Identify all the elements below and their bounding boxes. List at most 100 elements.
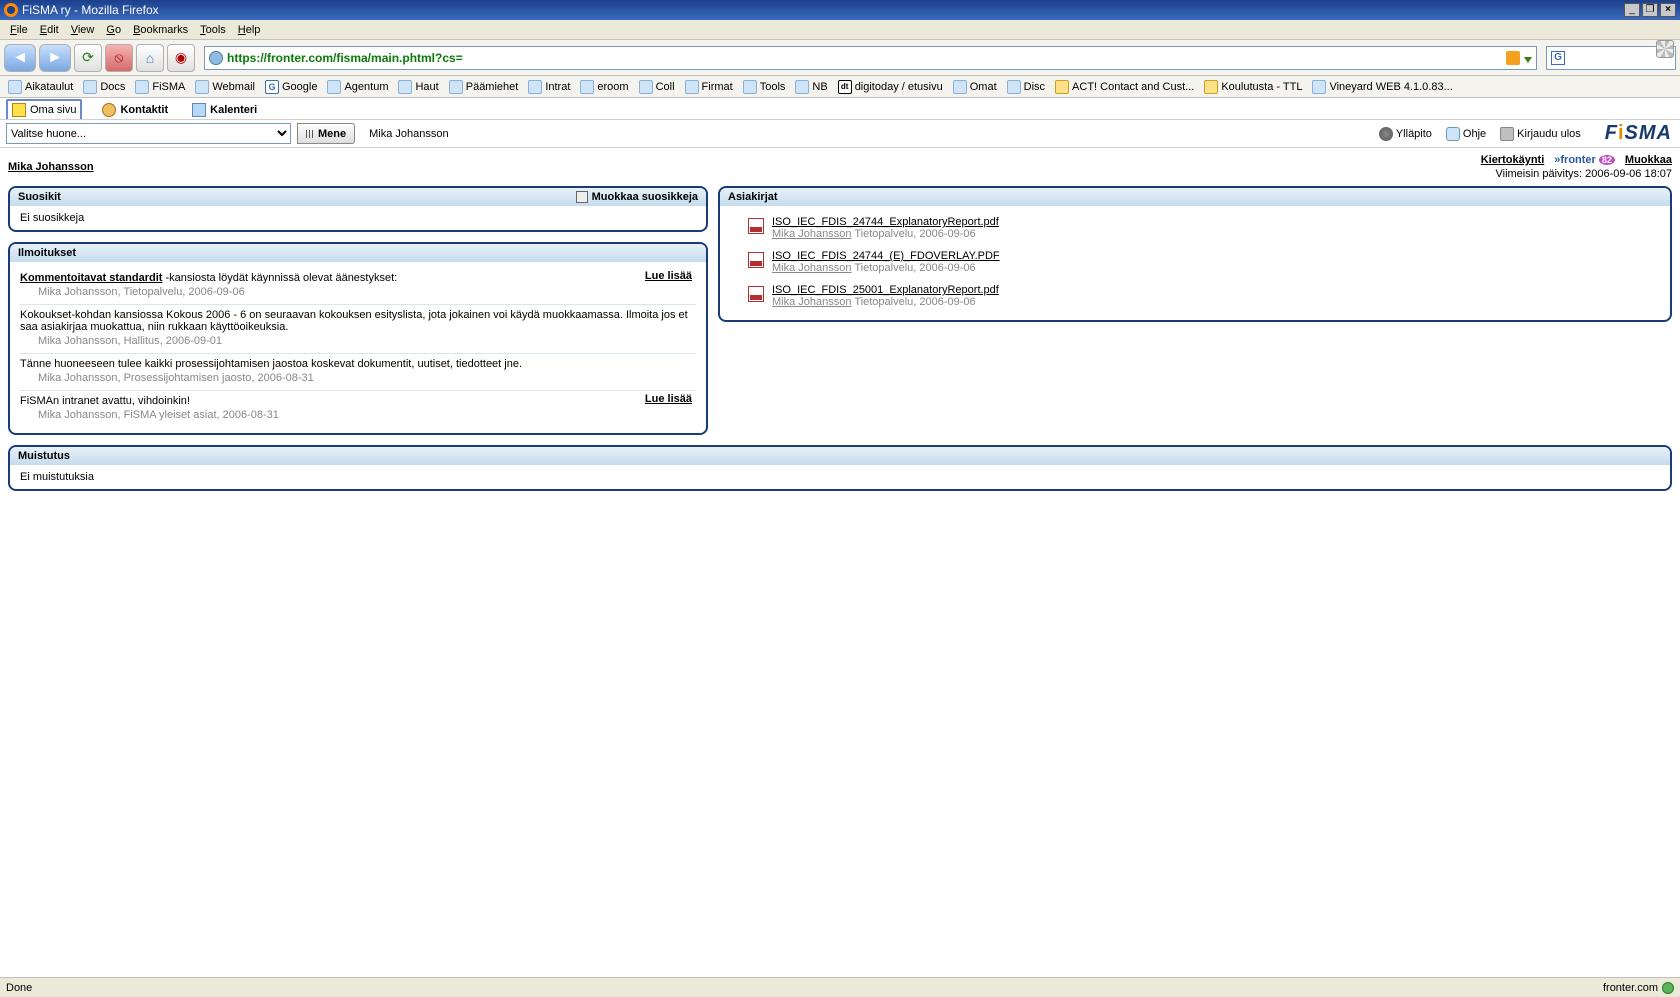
bookmark-icon: [743, 80, 757, 94]
bookmark-item[interactable]: Coll: [635, 78, 679, 96]
url-bar[interactable]: [204, 46, 1537, 70]
tab-kontaktit[interactable]: Kontaktit: [98, 101, 172, 119]
bookmark-item[interactable]: Aikataulut: [4, 78, 77, 96]
activity-throbber-icon: [1656, 40, 1674, 58]
bookmark-item[interactable]: Päämiehet: [445, 78, 523, 96]
announcement-meta: Mika Johansson, Prosessijohtamisen jaost…: [38, 372, 696, 384]
maximize-button[interactable]: ❐: [1642, 3, 1658, 17]
bookmark-item[interactable]: ACT! Contact and Cust...: [1051, 78, 1198, 96]
close-button[interactable]: ×: [1660, 3, 1676, 17]
announcement-item: Kommentoitavat standardit -kansiosta löy…: [20, 268, 696, 305]
current-user-label: Mika Johansson: [369, 128, 449, 140]
logout-icon: [1500, 127, 1514, 141]
browser-navbar: ◄ ► ⟳ ⦸ ⌂ ◉ G: [0, 40, 1680, 76]
edit-link[interactable]: Muokkaa: [1625, 154, 1672, 166]
reload-button[interactable]: ⟳: [74, 44, 102, 72]
back-button[interactable]: ◄: [4, 44, 36, 72]
edit-favorites-link[interactable]: Muokkaa suosikkeja: [576, 191, 698, 203]
bookmark-icon: [639, 80, 653, 94]
tab-kalenteri[interactable]: Kalenteri: [188, 101, 261, 119]
forward-button[interactable]: ►: [39, 44, 71, 72]
browser-statusbar: Done fronter.com: [0, 977, 1680, 997]
menu-view[interactable]: View: [65, 22, 101, 38]
document-link[interactable]: ISO_IEC_FDIS_24744_ExplanatoryReport.pdf: [772, 216, 999, 228]
document-link[interactable]: ISO_IEC_FDIS_25001_ExplanatoryReport.pdf: [772, 284, 999, 296]
bookmark-item[interactable]: Docs: [79, 78, 129, 96]
announcement-item: FiSMAn intranet avattu, vihdoinkin!Mika …: [20, 391, 696, 427]
go-button[interactable]: Mene: [297, 123, 355, 144]
stop-button[interactable]: ⦸: [105, 44, 133, 72]
page-user-link[interactable]: Mika Johansson: [8, 161, 94, 173]
announcement-item: Kokoukset-kohdan kansiossa Kokous 2006 -…: [20, 305, 696, 354]
bookmark-item[interactable]: Omat: [949, 78, 1001, 96]
document-author-link[interactable]: Mika Johansson: [772, 296, 852, 308]
bookmark-item[interactable]: Koulutusta - TTL: [1200, 78, 1306, 96]
bookmark-item[interactable]: FiSMA: [131, 78, 189, 96]
tab-oma-sivu[interactable]: Oma sivu: [6, 99, 82, 119]
menu-help[interactable]: Help: [232, 22, 267, 38]
documents-panel: Asiakirjat ISO_IEC_FDIS_24744_Explanator…: [718, 186, 1672, 322]
room-select[interactable]: Valitse huone...: [6, 123, 291, 144]
document-author-link[interactable]: Mika Johansson: [772, 228, 852, 240]
bookmark-item[interactable]: eroom: [576, 78, 632, 96]
admin-link[interactable]: Ylläpito: [1379, 127, 1432, 141]
room-selector-row: Valitse huone... Mene Mika Johansson Yll…: [0, 120, 1680, 148]
google-search-icon: G: [1551, 51, 1565, 65]
pdf-icon: [748, 252, 764, 268]
tour-link[interactable]: Kiertokäynti: [1481, 154, 1545, 166]
status-text: Done: [6, 982, 32, 994]
app-tab-row: Oma sivu Kontaktit Kalenteri: [0, 98, 1680, 120]
bookmark-item[interactable]: Haut: [394, 78, 442, 96]
menu-bookmarks[interactable]: Bookmarks: [127, 22, 194, 38]
bookmark-icon: [580, 80, 594, 94]
feed-icon[interactable]: [1506, 51, 1520, 65]
bookmark-dropdown-icon[interactable]: [1524, 57, 1532, 63]
bookmark-item[interactable]: Firmat: [681, 78, 737, 96]
security-icon: [1662, 982, 1674, 994]
read-more-link[interactable]: Lue lisää: [645, 393, 692, 405]
home-page-icon: [12, 103, 26, 117]
menu-file[interactable]: File: [4, 22, 34, 38]
browser-menubar: File Edit View Go Bookmarks Tools Help: [0, 20, 1680, 40]
document-author-link[interactable]: Mika Johansson: [772, 262, 852, 274]
bookmark-icon: [528, 80, 542, 94]
bookmark-item[interactable]: NB: [791, 78, 831, 96]
menu-edit[interactable]: Edit: [34, 22, 65, 38]
reminders-title: Muistutus: [18, 450, 70, 462]
announcement-meta: Mika Johansson, FiSMA yleiset asiat, 200…: [38, 409, 696, 421]
bookmark-item[interactable]: Webmail: [191, 78, 259, 96]
reminders-empty-text: Ei muistutuksia: [10, 465, 1670, 489]
logout-link[interactable]: Kirjaudu ulos: [1500, 127, 1581, 141]
home-button[interactable]: ⌂: [136, 44, 164, 72]
announcement-meta: Mika Johansson, Hallitus, 2006-09-01: [38, 335, 696, 347]
site-identity-icon[interactable]: [209, 51, 223, 65]
bookmark-item[interactable]: Disc: [1003, 78, 1049, 96]
bookmark-item[interactable]: dtdigitoday / etusivu: [834, 78, 947, 96]
url-input[interactable]: [227, 51, 1502, 65]
tab-label: Kalenteri: [210, 104, 257, 116]
help-link[interactable]: Ohje: [1446, 127, 1486, 141]
minimize-button[interactable]: _: [1624, 3, 1640, 17]
go-label: Mene: [318, 128, 346, 140]
documents-title: Asiakirjat: [728, 191, 778, 203]
menu-go[interactable]: Go: [100, 22, 127, 38]
status-domain: fronter.com: [1603, 982, 1658, 994]
announcement-link[interactable]: Kommentoitavat standardit: [20, 272, 162, 284]
tab-label: Oma sivu: [30, 104, 76, 116]
bookmark-item[interactable]: Intrat: [524, 78, 574, 96]
bookmark-icon: [795, 80, 809, 94]
document-item: ISO_IEC_FDIS_24744_(E)_FDOVERLAY.PDFMika…: [730, 246, 1660, 280]
bookmark-item[interactable]: GGoogle: [261, 78, 321, 96]
last-updated-label: Viimeisin päivitys: 2006-09-06 18:07: [1495, 168, 1672, 180]
menu-tools[interactable]: Tools: [194, 22, 232, 38]
document-item: ISO_IEC_FDIS_25001_ExplanatoryReport.pdf…: [730, 280, 1660, 314]
adblock-button[interactable]: ◉: [167, 44, 195, 72]
bookmark-icon: [135, 80, 149, 94]
bookmark-item[interactable]: Vineyard WEB 4.1.0.83...: [1308, 78, 1456, 96]
wrench-icon: [1379, 127, 1393, 141]
bookmark-item[interactable]: Agentum: [323, 78, 392, 96]
bookmark-icon: [449, 80, 463, 94]
document-link[interactable]: ISO_IEC_FDIS_24744_(E)_FDOVERLAY.PDF: [772, 250, 1000, 262]
read-more-link[interactable]: Lue lisää: [645, 270, 692, 282]
bookmark-item[interactable]: Tools: [739, 78, 790, 96]
